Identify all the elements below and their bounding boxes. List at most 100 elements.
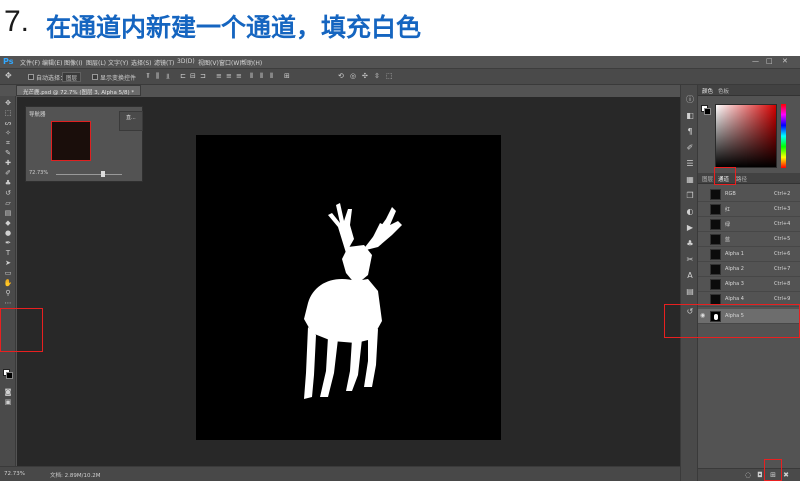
channel-row-red[interactable]: 红 Ctrl+3 <box>698 202 800 217</box>
3d-scale-icon[interactable]: ⬚ <box>386 72 394 82</box>
3d-slide-icon[interactable]: ⇳ <box>374 72 382 82</box>
maximize-button[interactable]: □ <box>766 57 773 65</box>
menu-window[interactable]: 窗口(W) <box>219 58 242 67</box>
history-brush-icon[interactable]: ↺ <box>3 189 13 197</box>
layer-comps-icon[interactable]: ▤ <box>685 287 695 297</box>
align-right-icon[interactable]: ⊐ <box>200 72 208 82</box>
delete-channel-icon[interactable]: ✖ <box>782 471 790 479</box>
navigator-zoom-knob[interactable] <box>101 171 105 177</box>
document-canvas[interactable] <box>196 135 501 440</box>
gradient-tool-icon[interactable]: ▤ <box>3 209 13 217</box>
align-left-icon[interactable]: ⊏ <box>180 72 188 82</box>
magic-wand-icon[interactable]: ✧ <box>3 129 13 137</box>
styles-icon[interactable]: ◐ <box>685 207 695 217</box>
healing-brush-icon[interactable]: ✚ <box>3 159 13 167</box>
navigator-thumbnail[interactable] <box>51 121 91 161</box>
tab-layers[interactable]: 图层 <box>702 175 713 183</box>
channel-row-alpha-1[interactable]: Alpha 1 Ctrl+6 <box>698 247 800 262</box>
distribute-right-icon[interactable]: ⦀ <box>270 72 278 82</box>
character-icon[interactable]: A <box>685 271 695 281</box>
info-icon[interactable]: ⓘ <box>685 95 695 105</box>
distribute-top-icon[interactable]: ≡ <box>216 72 224 82</box>
auto-align-icon[interactable]: ⊞ <box>284 72 292 82</box>
background-color-swatch[interactable] <box>6 372 13 379</box>
status-doc-info[interactable]: 文档: 2.89M/10.2M <box>50 471 100 479</box>
move-tool-icon[interactable]: ✥ <box>3 99 13 107</box>
quick-mask-icon[interactable]: ◙ <box>3 388 13 396</box>
zoom-tool-icon[interactable]: ⚲ <box>3 289 13 297</box>
menu-help[interactable]: 帮助(H) <box>241 58 262 67</box>
align-top-icon[interactable]: ⫪ <box>146 72 154 82</box>
pen-tool-icon[interactable]: ✒ <box>3 239 13 247</box>
tab-paths[interactable]: 路径 <box>736 175 747 183</box>
align-bottom-icon[interactable]: ⫫ <box>166 72 174 82</box>
eyedropper-icon[interactable]: ✎ <box>3 149 13 157</box>
menu-edit[interactable]: 编辑(E) <box>42 58 62 67</box>
paragraph-icon[interactable]: ¶ <box>685 127 695 137</box>
menu-view[interactable]: 视图(V) <box>198 58 219 67</box>
navigator-zoom-slider[interactable] <box>56 174 122 175</box>
distribute-bottom-icon[interactable]: ≡ <box>236 72 244 82</box>
clone-source-icon[interactable]: ♣ <box>685 239 695 249</box>
auto-select-checkbox[interactable] <box>28 74 34 80</box>
channels-mini-icon[interactable]: ▦ <box>685 175 695 185</box>
align-hcenter-icon[interactable]: ⊟ <box>190 72 198 82</box>
3d-roll-icon[interactable]: ◎ <box>350 72 358 82</box>
color-picker-field[interactable] <box>715 104 777 168</box>
menu-select[interactable]: 选择(S) <box>131 58 152 67</box>
show-transform-checkbox[interactable] <box>92 74 98 80</box>
navigator-zoom[interactable]: 72.73% <box>29 170 48 176</box>
menu-3d[interactable]: 3D(D) <box>177 58 195 65</box>
crop-tool-icon[interactable]: ⌗ <box>3 139 13 147</box>
type-tool-icon[interactable]: T <box>3 249 13 257</box>
lasso-tool-icon[interactable]: ᔕ <box>3 119 13 127</box>
menu-layer[interactable]: 图层(L) <box>86 58 106 67</box>
adjustments-icon[interactable]: ◧ <box>685 111 695 121</box>
libraries-icon[interactable]: ❐ <box>685 191 695 201</box>
hand-tool-icon[interactable]: ✋ <box>3 279 13 287</box>
menu-file[interactable]: 文件(F) <box>20 58 40 67</box>
tool-presets-icon[interactable]: ✂ <box>685 255 695 265</box>
menu-image[interactable]: 图像(I) <box>64 58 82 67</box>
document-tab[interactable]: 光芒鹿.psd @ 72.7% (图层 3, Alpha 5/8) * <box>16 85 142 96</box>
tab-color[interactable]: 颜色 <box>702 87 713 95</box>
more-tools-icon[interactable]: ⋯ <box>3 299 13 307</box>
3d-rotate-icon[interactable]: ⟲ <box>338 72 346 82</box>
channel-row-alpha-3[interactable]: Alpha 3 Ctrl+8 <box>698 277 800 292</box>
distribute-left-icon[interactable]: ⦀ <box>250 72 258 82</box>
save-selection-icon[interactable]: ◘ <box>756 471 764 479</box>
distribute-vcenter-icon[interactable]: ≡ <box>226 72 234 82</box>
eraser-tool-icon[interactable]: ▱ <box>3 199 13 207</box>
dodge-tool-icon[interactable]: ● <box>3 229 13 237</box>
brush-preset-icon[interactable]: ✐ <box>685 143 695 153</box>
panel-background-swatch[interactable] <box>704 108 711 115</box>
hue-slider[interactable] <box>781 104 786 168</box>
channel-row-green[interactable]: 绿 Ctrl+4 <box>698 217 800 232</box>
screen-mode-icon[interactable]: ▣ <box>3 398 13 406</box>
menu-filter[interactable]: 滤镜(T) <box>154 58 174 67</box>
marquee-tool-icon[interactable]: ⬚ <box>3 109 13 117</box>
move-tool-icon[interactable]: ✥ <box>5 71 12 80</box>
path-select-icon[interactable]: ➤ <box>3 259 13 267</box>
minimize-button[interactable]: — <box>752 57 759 65</box>
close-button[interactable]: ✕ <box>782 57 788 65</box>
auto-select-dropdown[interactable]: 图层 <box>62 72 82 82</box>
shape-tool-icon[interactable]: ▭ <box>3 269 13 277</box>
load-selection-icon[interactable]: ◌ <box>744 471 752 479</box>
menu-type[interactable]: 文字(Y) <box>108 58 128 67</box>
3d-drag-icon[interactable]: ✣ <box>362 72 370 82</box>
distribute-hcenter-icon[interactable]: ⦀ <box>260 72 268 82</box>
channel-row-alpha-2[interactable]: Alpha 2 Ctrl+7 <box>698 262 800 277</box>
properties-icon[interactable]: ☰ <box>685 159 695 169</box>
channel-row-rgb[interactable]: RGB Ctrl+2 <box>698 187 800 202</box>
status-zoom[interactable]: 72.73% <box>4 471 25 477</box>
color-panel-tabs: 颜色 色板 <box>698 85 800 96</box>
brush-tool-icon[interactable]: ✐ <box>3 169 13 177</box>
actions-icon[interactable]: ▶ <box>685 223 695 233</box>
tab-swatches[interactable]: 色板 <box>718 87 729 95</box>
options-bar: ✥ 自动选择： 图层 显示变换控件 ⫪ ⫼ ⫫ ⊏ ⊟ ⊐ ≡ ≡ ≡ ⦀ ⦀ … <box>0 68 800 85</box>
channel-row-blue[interactable]: 蓝 Ctrl+5 <box>698 232 800 247</box>
blur-tool-icon[interactable]: ◆ <box>3 219 13 227</box>
clone-stamp-icon[interactable]: ♣ <box>3 179 13 187</box>
align-vcenter-icon[interactable]: ⫼ <box>156 72 164 82</box>
